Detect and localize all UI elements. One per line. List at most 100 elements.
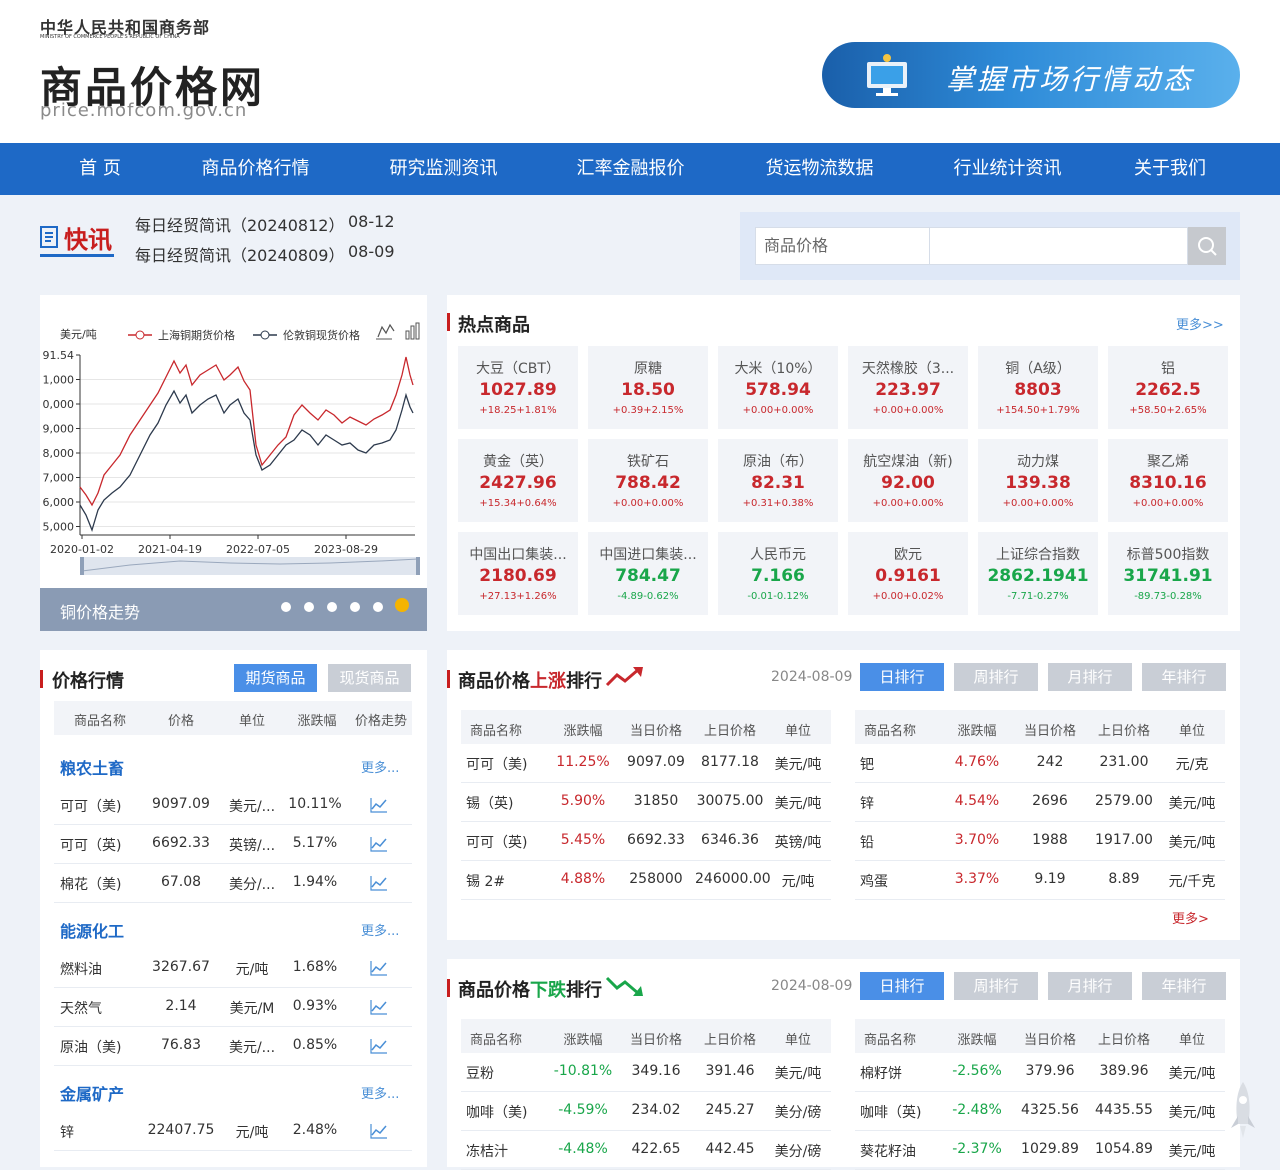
nav-research[interactable]: 研究监测资讯 <box>366 143 521 195</box>
search-button[interactable] <box>1188 227 1226 265</box>
rank-col-header: 当日价格 <box>1023 1033 1076 1048</box>
tab-futures[interactable]: 期货商品 <box>234 664 317 692</box>
rank-name: 钯 <box>860 757 874 773</box>
line-chart-toggle-icon[interactable] <box>376 323 395 340</box>
rank-tab[interactable]: 周排行 <box>954 663 1038 691</box>
rank-tab[interactable]: 日排行 <box>860 972 944 1000</box>
carousel-dot[interactable] <box>281 602 291 612</box>
copper-price-chart: 美元/吨 上海铜期货价格 伦敦铜现货价格 91.54 1,000 0,000 9,00… <box>43 322 420 575</box>
rank-row[interactable]: 锡 2# 4.88% 258000 246000.00 元/吨 <box>461 861 831 900</box>
rank-tab[interactable]: 月排行 <box>1048 663 1132 691</box>
nav-commodity-prices[interactable]: 商品价格行情 <box>178 143 333 195</box>
category-title[interactable]: 金属矿产 <box>60 1081 124 1105</box>
zoom-slider[interactable] <box>80 557 420 575</box>
nav-logistics[interactable]: 货运物流数据 <box>742 143 897 195</box>
category-title[interactable]: 能源化工 <box>60 918 124 942</box>
hot-commodity-card[interactable]: 铁矿石 788.42 +0.00+0.00% <box>588 439 708 522</box>
trend-chart-icon[interactable] <box>370 960 388 976</box>
hot-commodity-card[interactable]: 人民币元 7.166 -0.01-0.12% <box>718 532 838 615</box>
hot-more-link[interactable]: 更多>> <box>1176 314 1224 333</box>
banner[interactable]: 掌握市场行情动态 <box>822 42 1240 108</box>
hot-commodity-card[interactable]: 大米（10%） 578.94 +0.00+0.00% <box>718 346 838 429</box>
table-row[interactable]: 天然气 2.14 美元/M 0.93% <box>54 988 412 1027</box>
rank-row[interactable]: 锌 4.54% 2696 2579.00 美元/吨 <box>855 783 1225 822</box>
hot-commodity-card[interactable]: 欧元 0.9161 +0.00+0.02% <box>848 532 968 615</box>
nav-industry-stats[interactable]: 行业统计资讯 <box>930 143 1085 195</box>
news-item[interactable]: 每日经贸简讯（20240809） 08-09 <box>135 242 395 266</box>
rank-row[interactable]: 钯 4.76% 242 231.00 元/克 <box>855 744 1225 783</box>
rank-row[interactable]: 铅 3.70% 1988 1917.00 美元/吨 <box>855 822 1225 861</box>
legend-london[interactable]: 伦敦铜现货价格 <box>253 328 360 342</box>
category-more-link[interactable]: 更多... <box>361 757 399 776</box>
nav-exchange[interactable]: 汇率金融报价 <box>553 143 708 195</box>
carousel-dot[interactable] <box>304 602 314 612</box>
hot-commodity-card[interactable]: 原糖 18.50 +0.39+2.15% <box>588 346 708 429</box>
rank-row[interactable]: 咖啡（英) -2.48% 4325.56 4435.55 美元/吨 <box>855 1092 1225 1131</box>
hot-commodity-card[interactable]: 铝 2262.5 +58.50+2.65% <box>1108 346 1228 429</box>
rank-row[interactable]: 鸡蛋 3.37% 9.19 8.89 元/千克 <box>855 861 1225 900</box>
tab-spot[interactable]: 现货商品 <box>328 664 411 692</box>
table-row[interactable]: 棉花（美) 67.08 美分/... 1.94% <box>54 864 412 903</box>
news-item[interactable]: 每日经贸简讯（20240812） 08-12 <box>135 212 395 236</box>
category-more-link[interactable]: 更多... <box>361 1083 399 1102</box>
hot-commodity-card[interactable]: 动力煤 139.38 +0.00+0.00% <box>978 439 1098 522</box>
hot-commodity-card[interactable]: 黄金（英） 2427.96 +15.34+0.64% <box>458 439 578 522</box>
category-title[interactable]: 粮农土畜 <box>60 755 124 779</box>
row-name: 原油（美) <box>60 1040 122 1056</box>
rank-row[interactable]: 可可（英) 5.45% 6692.33 6346.36 英镑/吨 <box>461 822 831 861</box>
table-row[interactable]: 可可（英) 6692.33 英镑/... 5.17% <box>54 825 412 864</box>
rank-tab[interactable]: 周排行 <box>954 972 1038 1000</box>
commodity-price: 223.97 <box>875 380 941 400</box>
category-more-link[interactable]: 更多... <box>361 920 399 939</box>
legend-shanghai[interactable]: 上海铜期货价格 <box>128 328 235 342</box>
table-row[interactable]: 锌 22407.75 元/吨 2.48% <box>54 1112 412 1151</box>
carousel-dot[interactable] <box>373 602 383 612</box>
rank-tab[interactable]: 年排行 <box>1142 972 1226 1000</box>
rank-row[interactable]: 可可（美) 11.25% 9097.09 8177.18 美元/吨 <box>461 744 831 783</box>
hot-commodity-card[interactable]: 原油（布） 82.31 +0.31+0.38% <box>718 439 838 522</box>
hot-commodity-card[interactable]: 大豆（CBT） 1027.89 +18.25+1.81% <box>458 346 578 429</box>
rank-row[interactable]: 咖啡（美) -4.59% 234.02 245.27 美分/磅 <box>461 1092 831 1131</box>
news-title[interactable]: 每日经贸简讯（20240809） <box>135 246 344 265</box>
rank-row[interactable]: 棉籽饼 -2.56% 379.96 389.96 美元/吨 <box>855 1053 1225 1092</box>
back-to-top-rocket-icon[interactable] <box>1228 1080 1258 1140</box>
rank-tab[interactable]: 月排行 <box>1048 972 1132 1000</box>
rank-row[interactable]: 葵花籽油 -2.37% 1029.89 1054.89 美元/吨 <box>855 1131 1225 1170</box>
table-row[interactable]: 原油（美) 76.83 美元/... 0.85% <box>54 1027 412 1066</box>
hot-commodity-card[interactable]: 航空煤油（新) 92.00 +0.00+0.00% <box>848 439 968 522</box>
hot-commodity-card[interactable]: 中国出口集装... 2180.69 +27.13+1.26% <box>458 532 578 615</box>
rank-tab[interactable]: 日排行 <box>860 663 944 691</box>
table-row[interactable]: 可可（美) 9097.09 美元/... 10.11% <box>54 786 412 825</box>
table-row[interactable]: 燃料油 3267.67 元/吨 1.68% <box>54 949 412 988</box>
commodity-change: -0.01-0.12% <box>747 591 809 602</box>
rank-row[interactable]: 豆粉 -10.81% 349.16 391.46 美元/吨 <box>461 1053 831 1092</box>
hot-commodity-card[interactable]: 铜（A级） 8803 +154.50+1.79% <box>978 346 1098 429</box>
hot-commodity-card[interactable]: 中国进口集装... 784.47 -4.89-0.62% <box>588 532 708 615</box>
trend-chart-icon[interactable] <box>370 1038 388 1054</box>
rank-more-link[interactable]: 更多> <box>1172 908 1209 927</box>
hot-commodity-card[interactable]: 上证综合指数 2862.1941 -7.71-0.27% <box>978 532 1098 615</box>
carousel-dot-active[interactable] <box>395 598 409 612</box>
rank-tab[interactable]: 年排行 <box>1142 663 1226 691</box>
trend-chart-icon[interactable] <box>370 999 388 1015</box>
search-input[interactable] <box>930 227 1188 265</box>
hot-commodity-card[interactable]: 天然橡胶（3... 223.97 +0.00+0.00% <box>848 346 968 429</box>
search-category-select[interactable]: 商品价格 <box>755 227 930 265</box>
hot-commodity-card[interactable]: 标普500指数 31741.91 -89.73-0.28% <box>1108 532 1228 615</box>
trend-chart-icon[interactable] <box>370 875 388 891</box>
rank-row[interactable]: 冻桔汁 -4.48% 422.65 442.45 美分/磅 <box>461 1131 831 1170</box>
carousel-dot[interactable] <box>350 602 360 612</box>
rank-title-highlight: 下跌 <box>530 980 566 1001</box>
news-title[interactable]: 每日经贸简讯（20240812） <box>135 216 344 235</box>
commodity-name: 天然橡胶（3... <box>861 361 955 377</box>
bar-chart-toggle-icon[interactable] <box>405 322 420 340</box>
hot-commodity-card[interactable]: 聚乙烯 8310.16 +0.00+0.00% <box>1108 439 1228 522</box>
trend-chart-icon[interactable] <box>370 1123 388 1139</box>
nav-home[interactable]: 首 页 <box>40 143 160 195</box>
nav-about[interactable]: 关于我们 <box>1110 143 1230 195</box>
rank-row[interactable]: 锡（英) 5.90% 31850 30075.00 美元/吨 <box>461 783 831 822</box>
carousel-dot[interactable] <box>327 602 337 612</box>
trend-chart-icon[interactable] <box>370 797 388 813</box>
row-name: 燃料油 <box>60 962 102 978</box>
trend-chart-icon[interactable] <box>370 836 388 852</box>
